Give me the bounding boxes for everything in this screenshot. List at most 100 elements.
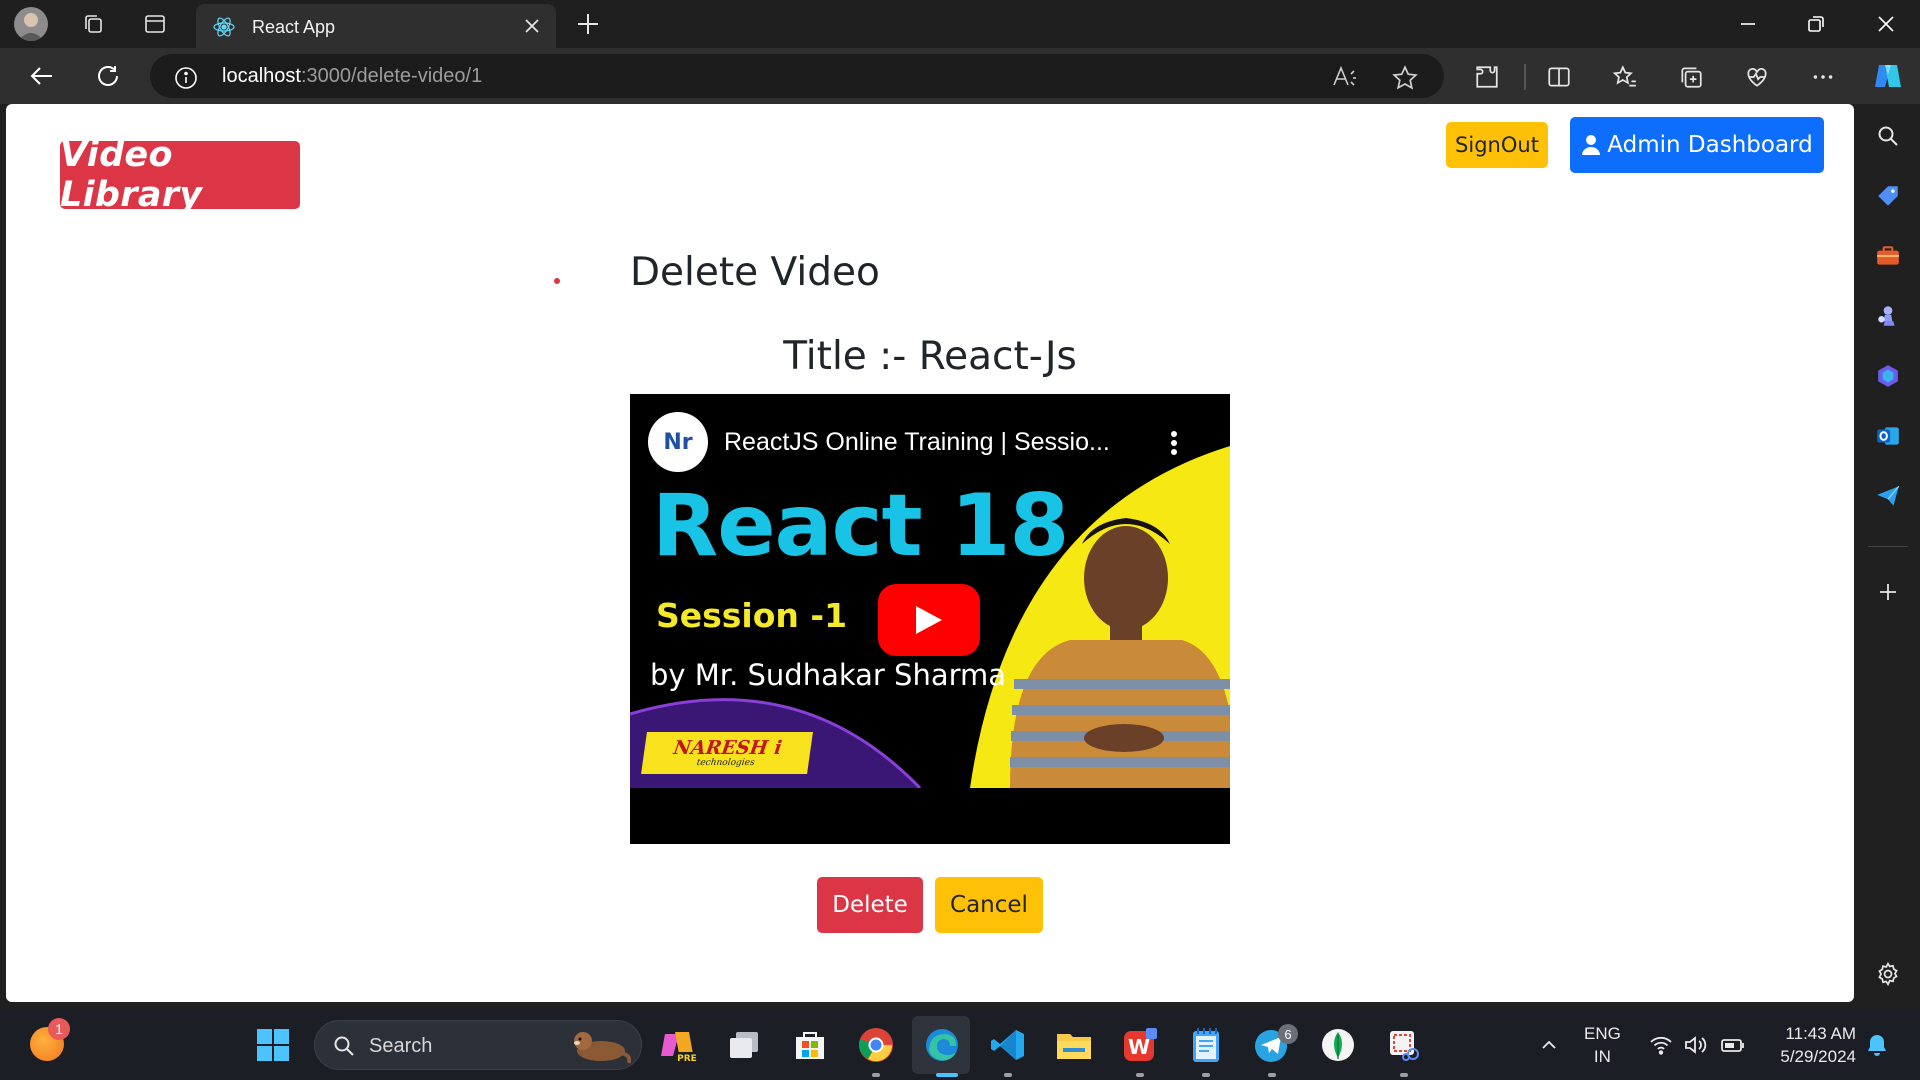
volume-icon[interactable] (1682, 1032, 1708, 1058)
brand-logo[interactable]: Video Library (60, 135, 300, 215)
collections-icon[interactable] (1676, 62, 1706, 92)
notepad-running-indicator (1202, 1073, 1210, 1077)
windows-taskbar: 1 Search PRE W 6 ENG IN 11:43 AM 5/29/20… (0, 1010, 1920, 1080)
copilot-sidebar-icon[interactable] (1874, 362, 1902, 390)
copilot-icon[interactable] (1870, 58, 1906, 94)
vscode-running-indicator (1004, 1073, 1012, 1077)
input-language-indicator[interactable]: ENG IN (1584, 1022, 1621, 1068)
taskbar-search-placeholder: Search (369, 1035, 433, 1057)
new-tab-icon[interactable] (572, 8, 604, 40)
favorites-icon[interactable] (1610, 62, 1640, 92)
signout-button[interactable]: SignOut (1446, 122, 1548, 168)
naresh-logo-text: NARESH i (672, 737, 784, 759)
page-title: Delete Video (630, 250, 880, 295)
wps-office-icon[interactable]: W (1120, 1025, 1160, 1065)
channel-avatar[interactable]: Nr (648, 412, 708, 472)
chrome-running-indicator (872, 1073, 880, 1077)
refresh-icon[interactable] (90, 60, 126, 92)
battery-icon[interactable] (1720, 1032, 1746, 1058)
svg-text:PRE: PRE (677, 1054, 697, 1064)
browser-sidebar (1856, 104, 1920, 1006)
read-aloud-icon[interactable] (1332, 65, 1358, 89)
cancel-button[interactable]: Cancel (935, 877, 1043, 933)
microsoft-store-icon[interactable] (790, 1025, 830, 1065)
lang-line2: IN (1593, 1047, 1611, 1066)
workspaces-icon[interactable] (76, 8, 110, 40)
sidebar-search-icon[interactable] (1874, 122, 1902, 150)
send-icon[interactable] (1874, 482, 1902, 510)
search-highlight-otter-icon (574, 1032, 631, 1064)
widget-notification-badge: 1 (48, 1018, 70, 1040)
person-icon (1582, 135, 1601, 155)
edge-running-indicator (936, 1073, 958, 1077)
list-bullet-dot (554, 278, 560, 284)
url-path: :3000/delete-video/1 (300, 65, 483, 87)
sidebar-divider (1868, 546, 1908, 547)
browser-essentials-icon[interactable] (1742, 62, 1772, 92)
tab-actions-icon[interactable] (138, 8, 172, 40)
chrome-icon[interactable] (856, 1025, 896, 1065)
extensions-icon[interactable] (1472, 62, 1502, 92)
thumbnail-session: Session -1 (656, 596, 848, 635)
notepad-icon[interactable] (1186, 1025, 1226, 1065)
copilot-pre-app-icon[interactable]: PRE (658, 1025, 698, 1065)
profile-avatar[interactable] (14, 7, 48, 41)
file-explorer-icon[interactable] (1054, 1025, 1094, 1065)
react-favicon-icon (213, 17, 235, 37)
url-host: localhost (222, 65, 301, 87)
shopping-tag-icon[interactable] (1874, 182, 1902, 210)
games-chess-icon[interactable] (1874, 302, 1902, 330)
tab-title: React App (252, 17, 336, 37)
mongodb-compass-icon[interactable] (1318, 1025, 1358, 1065)
vscode-icon[interactable] (988, 1025, 1028, 1065)
clock-time: 11:43 AM (1785, 1024, 1856, 1043)
naresh-logo-subtext: technologies (695, 758, 756, 768)
favorite-star-icon[interactable] (1392, 65, 1418, 91)
thumbnail-author: by Mr. Sudhakar Sharma (650, 658, 1007, 692)
close-tab-icon[interactable] (520, 14, 544, 38)
back-icon[interactable] (24, 60, 60, 92)
delete-button[interactable]: Delete (817, 877, 923, 933)
task-view-icon[interactable] (724, 1025, 764, 1065)
youtube-video-title[interactable]: ReactJS Online Training | Sessio... (724, 428, 1110, 457)
show-hidden-icons-chevron-icon[interactable] (1536, 1032, 1562, 1058)
tab-react-app[interactable]: React App (196, 4, 556, 48)
telegram-running-indicator (1268, 1073, 1276, 1077)
edge-icon[interactable] (922, 1025, 962, 1065)
play-button[interactable] (878, 584, 980, 656)
close-window-icon[interactable] (1858, 6, 1914, 42)
youtube-video-embed[interactable]: Nr ReactJS Online Training | Sessio... R… (630, 394, 1230, 844)
toolbar-divider (1524, 64, 1526, 90)
split-screen-icon[interactable] (1544, 62, 1574, 92)
browser-tab-bar: React App (0, 0, 1920, 48)
lang-line1: ENG (1584, 1024, 1621, 1043)
outlook-icon[interactable] (1874, 422, 1902, 450)
add-sidebar-app-icon[interactable] (1874, 578, 1902, 606)
sidebar-settings-gear-icon[interactable] (1874, 960, 1902, 988)
admin-dashboard-button[interactable]: Admin Dashboard (1570, 117, 1824, 173)
notifications-bell-icon[interactable] (1864, 1032, 1890, 1058)
snipping-tool-icon[interactable] (1384, 1025, 1424, 1065)
naresh-logo: NARESH i technologies (641, 732, 813, 774)
tools-briefcase-icon[interactable] (1874, 242, 1902, 270)
browser-toolbar: localhost:3000/delete-video/1 (0, 48, 1920, 104)
admin-dashboard-label: Admin Dashboard (1607, 132, 1813, 158)
clock-date: 5/29/2024 (1780, 1047, 1856, 1066)
thumbnail-heading: React 18 (652, 476, 1069, 576)
minimize-icon[interactable] (1720, 6, 1776, 42)
url-text[interactable]: localhost:3000/delete-video/1 (222, 65, 482, 88)
restore-icon[interactable] (1788, 6, 1844, 42)
site-info-icon[interactable] (174, 66, 198, 90)
wifi-icon[interactable] (1648, 1032, 1674, 1058)
svg-text:W: W (1128, 1035, 1150, 1059)
search-icon (333, 1035, 355, 1057)
video-more-options-icon[interactable] (1166, 428, 1182, 458)
telegram-badge: 6 (1278, 1024, 1298, 1044)
taskbar-search-box[interactable]: Search (314, 1020, 642, 1070)
more-menu-icon[interactable] (1808, 62, 1838, 92)
wps-running-indicator (1136, 1073, 1144, 1077)
play-icon (916, 606, 942, 634)
taskbar-clock[interactable]: 11:43 AM 5/29/2024 (1764, 1022, 1856, 1068)
start-windows-icon[interactable] (256, 1028, 290, 1062)
address-bar[interactable]: localhost:3000/delete-video/1 (150, 54, 1444, 98)
